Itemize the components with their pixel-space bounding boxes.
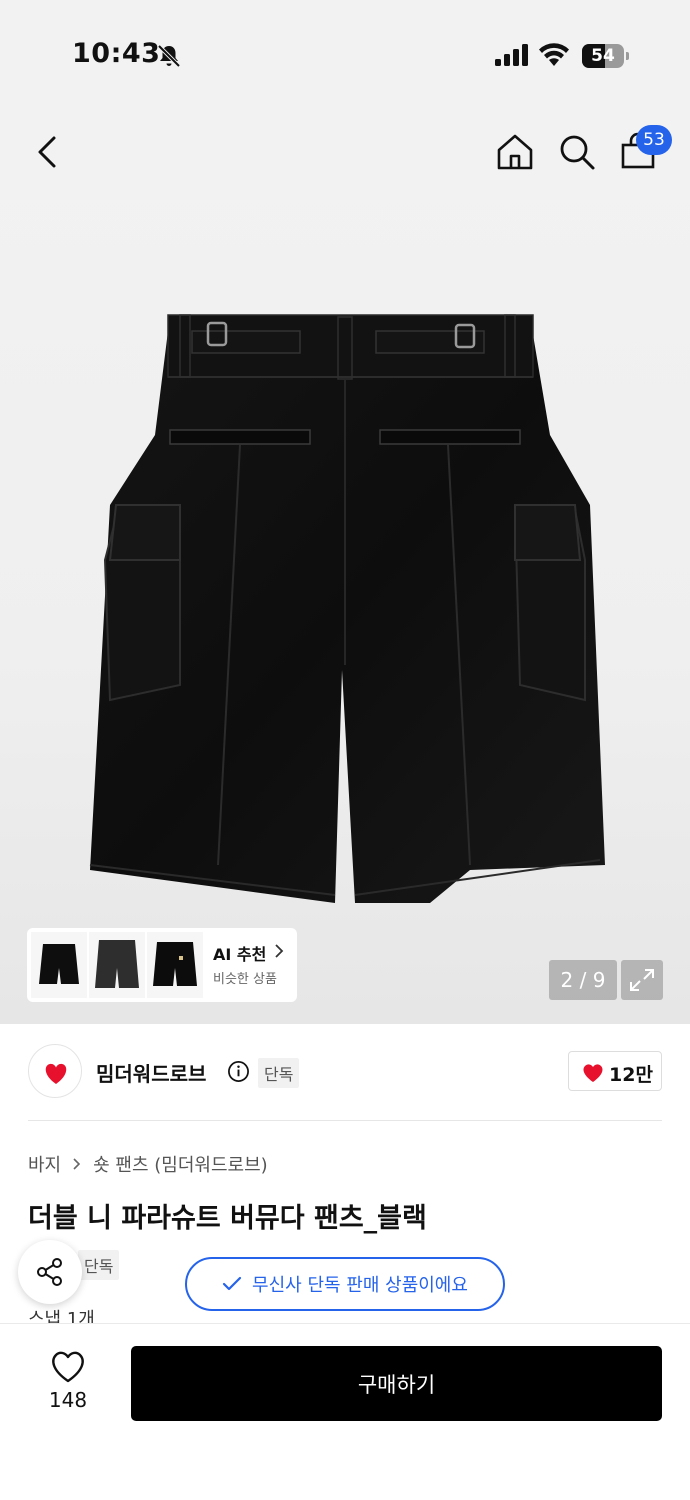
chevron-right-icon — [275, 944, 284, 958]
breadcrumb-subcategory[interactable]: 숏 팬츠 (밈더워드로브) — [93, 1151, 268, 1177]
expand-image-button[interactable] — [621, 960, 663, 1000]
brand-logo[interactable] — [28, 1044, 82, 1098]
recommendation-thumbnail[interactable] — [147, 932, 203, 998]
brand-heart-logo — [45, 1063, 67, 1084]
exclusive-sale-notice[interactable]: 무신사 단독 판매 상품이에요 — [185, 1257, 505, 1311]
ai-recommendation-card[interactable]: AI 추천 비슷한 상품 — [27, 928, 297, 1002]
search-icon[interactable] — [555, 130, 599, 174]
ai-recommendation-title: AI 추천 — [213, 945, 267, 964]
heart-filled-icon — [583, 1064, 603, 1082]
info-icon[interactable] — [227, 1060, 250, 1083]
wifi-icon — [539, 43, 569, 66]
chevron-right-icon — [73, 1158, 81, 1170]
product-exclusive-tag: 단독 — [78, 1250, 120, 1280]
battery-level: 54 — [591, 46, 615, 66]
bell-muted-icon — [157, 44, 181, 68]
checkmark-icon — [222, 1276, 242, 1291]
breadcrumb-category[interactable]: 바지 — [28, 1151, 61, 1177]
divider — [28, 1120, 662, 1121]
wishlist-heart-icon[interactable] — [49, 1348, 87, 1384]
breadcrumb: 바지 숏 팬츠 (밈더워드로브) — [28, 1151, 268, 1177]
share-icon — [37, 1258, 62, 1286]
brand-like-button[interactable]: 12만 — [568, 1051, 662, 1091]
ai-recommendation-subtitle: 비슷한 상품 — [213, 972, 277, 987]
status-bar: 10:43 54 — [0, 0, 690, 110]
exclusive-sale-text: 무신사 단독 판매 상품이에요 — [252, 1275, 468, 1296]
brand-name[interactable]: 밈더워드로브 — [96, 1058, 206, 1087]
product-photo[interactable] — [80, 305, 610, 910]
status-time: 10:43 — [72, 38, 161, 69]
recommendation-thumbnail[interactable] — [31, 932, 87, 998]
exclusive-tag: 단독 — [258, 1058, 300, 1088]
back-chevron-icon[interactable] — [26, 130, 70, 174]
wishlist-count: 148 — [48, 1388, 88, 1412]
share-button[interactable] — [18, 1240, 82, 1304]
image-page-indicator: 2 / 9 — [549, 960, 617, 1000]
cellular-signal-icon — [495, 44, 528, 66]
home-icon[interactable] — [493, 130, 537, 174]
battery-indicator: 54 — [582, 44, 630, 68]
product-title: 더블 니 파라슈트 버뮤다 팬츠_블랙 — [28, 1203, 427, 1234]
expand-icon — [630, 969, 654, 991]
cart-count-badge: 53 — [636, 125, 672, 155]
recommendation-thumbnail[interactable] — [89, 932, 145, 998]
brand-like-count: 12만 — [609, 1064, 653, 1086]
buy-button[interactable]: 구매하기 — [131, 1346, 662, 1421]
